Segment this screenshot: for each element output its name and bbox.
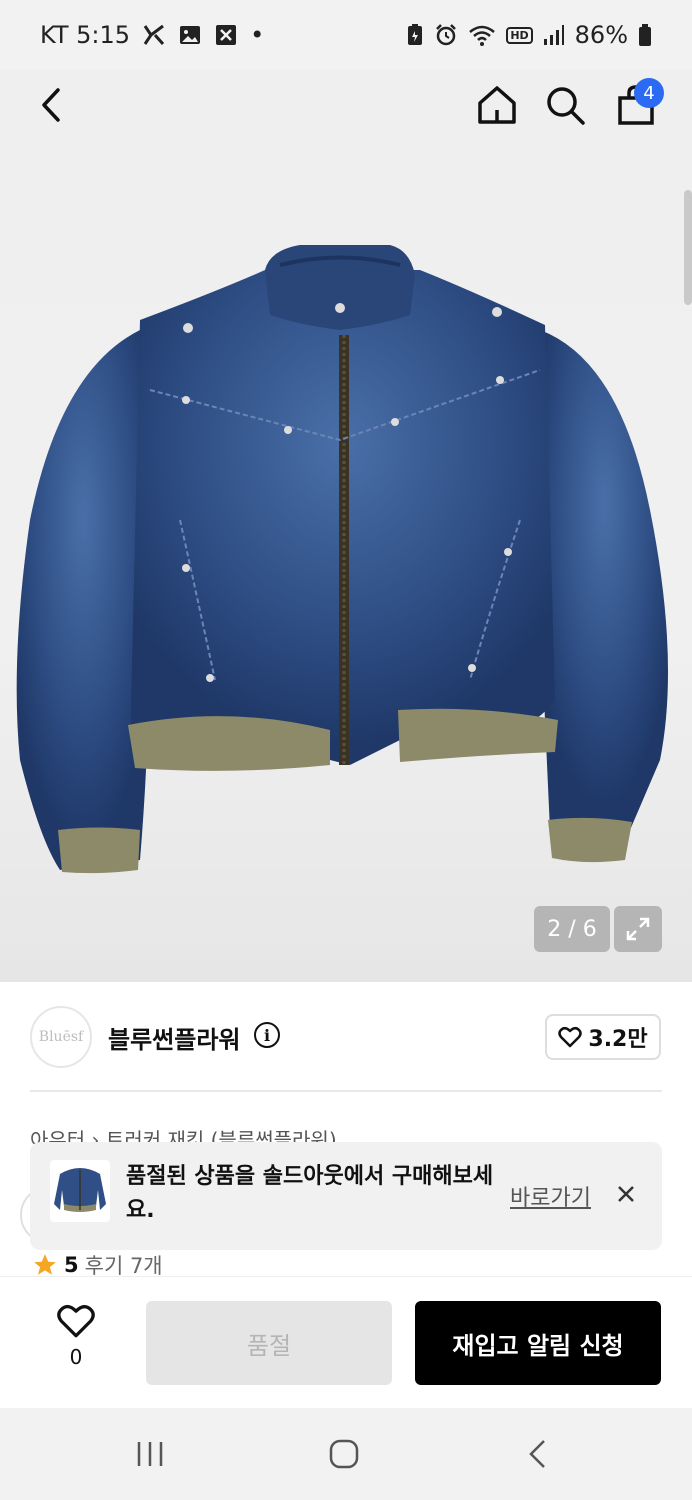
signal-icon [543,24,565,46]
battery-level: 86% [574,21,628,49]
status-bar: KT 5:15 • HD 86% [0,0,692,70]
alarm-icon [434,23,458,47]
top-nav: 4 [0,70,692,140]
heart-icon [558,1027,583,1048]
notification-dot: • [250,21,265,49]
system-nav-bar [0,1408,692,1500]
home-circle-icon [329,1439,359,1469]
heart-outline-icon [57,1305,95,1338]
carrier-time: KT 5:15 [40,21,131,49]
restock-notify-button[interactable]: 재입고 알림 신청 [415,1301,661,1385]
home-button[interactable] [470,78,524,132]
close-icon [618,1186,634,1202]
divider [30,1090,662,1092]
wishlist-button[interactable]: 0 [44,1303,108,1375]
back-arrow-icon [42,88,60,122]
star-icon [34,1254,56,1275]
close-button[interactable] [614,1182,638,1206]
review-summary[interactable]: 5 후기 7개 [32,1252,163,1278]
hd-icon: HD [506,26,533,44]
product-image-gallery[interactable]: 2 / 6 [0,140,692,982]
wishlist-count: 0 [69,1345,83,1369]
brand-name[interactable]: 블루썬플라워 [108,1020,240,1055]
cart-count-badge: 4 [634,78,664,108]
brand-like-button[interactable]: 3.2만 [545,1014,661,1060]
toast-message: 품절된 상품을 솔드아웃에서 구매해보세요. [126,1164,494,1223]
expand-icon [626,917,650,941]
recent-apps-button[interactable] [130,1436,170,1472]
brand-logo[interactable]: Bluēsf [30,1006,92,1068]
brand-row: Bluēsf 블루썬플라워 i 3.2만 [0,982,692,1092]
review-count: 후기 7개 [84,1254,163,1278]
system-back-button[interactable] [518,1436,558,1472]
image-pager: 2 / 6 [534,906,610,952]
back-icon [529,1440,545,1468]
search-button[interactable] [538,78,592,132]
recent-apps-icon [137,1442,163,1466]
home-icon [478,86,516,124]
product-image [16,245,668,874]
cart-button[interactable]: 4 [606,78,666,132]
x-box-icon [214,23,238,47]
battery-saver-icon [406,23,424,47]
toast-thumbnail [50,1160,110,1222]
rating-score: 5 [64,1253,79,1277]
search-icon [547,87,585,125]
status-right: HD 86% [406,21,652,49]
soldout-button: 품절 [146,1301,392,1385]
wifi-icon [468,23,496,47]
system-home-button[interactable] [324,1436,364,1472]
fullscreen-button[interactable] [614,906,662,952]
back-button[interactable] [28,80,78,130]
battery-icon [638,23,652,47]
brand-like-count: 3.2만 [588,1027,648,1052]
vpn-k-icon [142,23,166,47]
goto-link[interactable]: 바로가기 [510,1180,591,1212]
soldout-toast: 품절된 상품을 솔드아웃에서 구매해보세요. 바로가기 [30,1142,662,1250]
status-left: KT 5:15 • [40,21,264,49]
info-icon[interactable]: i [254,1022,280,1048]
bottom-action-bar: 0 품절 재입고 알림 신청 [0,1276,692,1408]
gallery-icon [178,23,202,47]
